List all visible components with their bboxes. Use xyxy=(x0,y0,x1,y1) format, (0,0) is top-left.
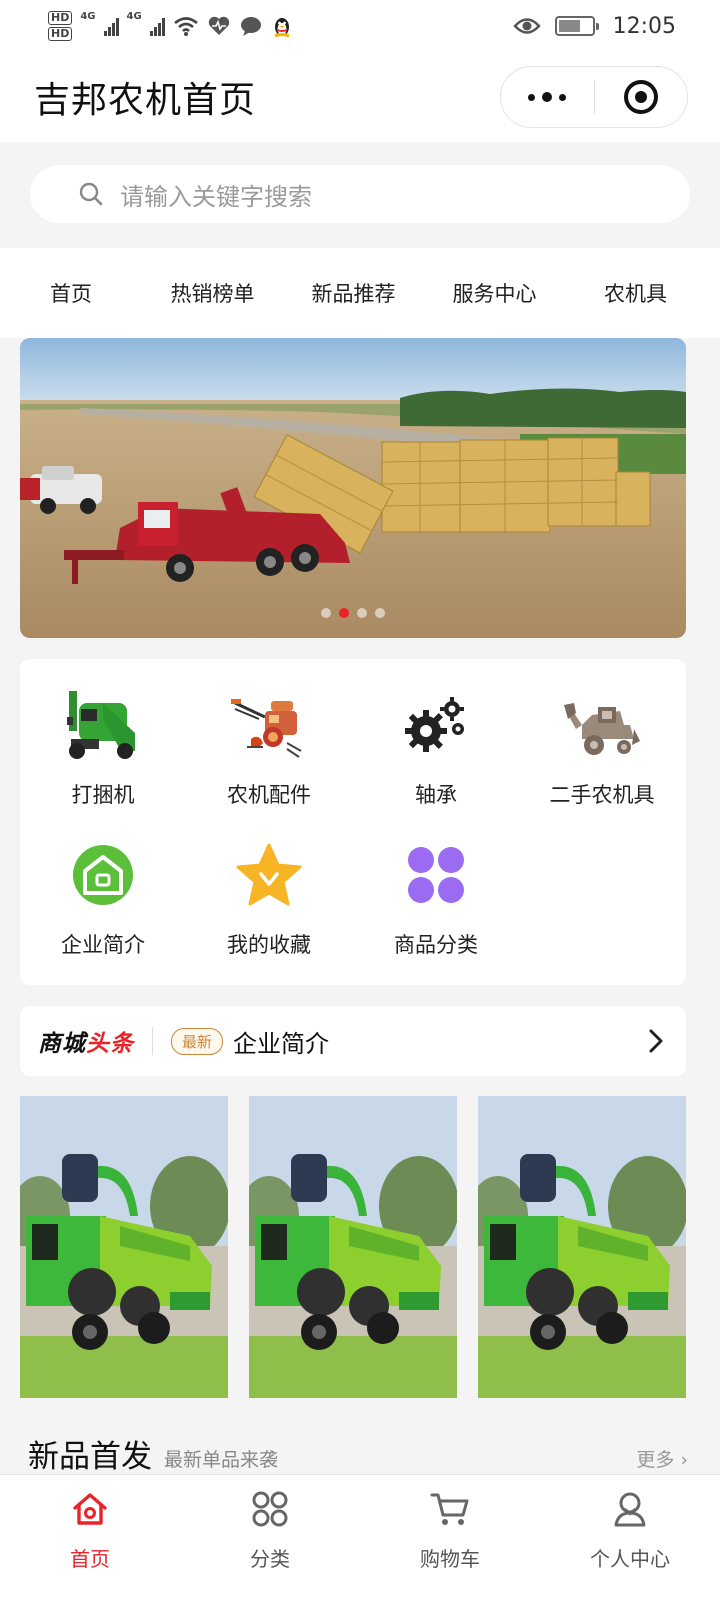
nav-label: 首页 xyxy=(70,1547,110,1571)
category-company-intro[interactable]: 企业简介 xyxy=(20,835,186,959)
tab-farm-tools[interactable]: 农机具 xyxy=(565,278,706,308)
hd-indicators: HD HD xyxy=(48,11,73,41)
headline-text[interactable]: 企业简介 xyxy=(233,1024,626,1059)
new-products-header: 新品首发 最新单品来袭 更多 › xyxy=(28,1440,688,1474)
search-placeholder: 请输入关键字搜索 xyxy=(120,182,312,211)
more-link[interactable]: 更多 › xyxy=(636,1446,688,1474)
house-icon xyxy=(63,835,143,915)
more-link-label: 更多 xyxy=(636,1449,675,1471)
product-image-1[interactable] xyxy=(20,1096,228,1398)
category-label: 农机配件 xyxy=(227,783,311,807)
product-image-2[interactable] xyxy=(249,1096,457,1398)
eye-icon xyxy=(512,18,541,34)
health-heart-icon xyxy=(208,16,229,35)
category-product-types[interactable]: 商品分类 xyxy=(353,835,519,959)
home-icon xyxy=(68,1487,112,1531)
headline-logo: 商城头条 xyxy=(38,1024,134,1058)
headline-logo-red: 头条 xyxy=(86,1031,134,1057)
nav-category[interactable]: 分类 xyxy=(180,1475,360,1600)
headline-logo-black: 商城 xyxy=(38,1031,86,1057)
tab-service-center[interactable]: 服务中心 xyxy=(424,278,565,308)
target-circle-icon xyxy=(623,80,658,114)
chevron-right-icon[interactable] xyxy=(626,1006,686,1076)
user-icon xyxy=(608,1487,652,1531)
hd-badge-1: HD xyxy=(48,11,73,25)
headline-divider xyxy=(152,1027,153,1055)
signal-icon-2 xyxy=(149,16,165,36)
category-grid-icon xyxy=(248,1487,292,1531)
search-input[interactable]: 请输入关键字搜索 xyxy=(30,165,690,223)
category-parts[interactable]: 农机配件 xyxy=(186,685,352,809)
more-dots-icon xyxy=(528,92,567,102)
product-image-3[interactable] xyxy=(478,1096,686,1398)
status-right: 12:05 xyxy=(512,13,676,39)
mini-program-capsule xyxy=(500,66,688,128)
signal-icon xyxy=(103,16,119,36)
top-tab-bar: 首页 热销榜单 新品推荐 服务中心 农机具 xyxy=(0,248,720,338)
network-type-2: 4G xyxy=(126,11,142,22)
category-bearing[interactable]: 轴承 xyxy=(353,685,519,809)
clock-time: 12:05 xyxy=(612,13,676,39)
tab-home[interactable]: 首页 xyxy=(0,278,142,308)
four-petal-icon xyxy=(396,835,476,915)
category-label: 商品分类 xyxy=(394,933,478,957)
nav-home[interactable]: 首页 xyxy=(0,1475,180,1600)
indicator-dot[interactable] xyxy=(321,608,331,618)
message-bubble-icon xyxy=(240,17,261,36)
category-baler[interactable]: 打捆机 xyxy=(20,685,186,809)
category-used-machinery[interactable]: 二手农机具 xyxy=(519,685,685,809)
indicator-dot[interactable] xyxy=(375,608,385,618)
tiller-parts-icon xyxy=(229,685,309,765)
category-favorites[interactable]: 我的收藏 xyxy=(186,835,352,959)
category-label: 打捆机 xyxy=(71,783,135,807)
star-icon xyxy=(229,835,309,915)
mall-headline-bar[interactable]: 商城头条 最新 企业简介 xyxy=(20,1006,686,1076)
indicator-dot-active[interactable] xyxy=(339,608,349,618)
category-label: 轴承 xyxy=(415,783,457,807)
search-section: 请输入关键字搜索 xyxy=(0,142,720,248)
tab-new-recommend[interactable]: 新品推荐 xyxy=(283,278,424,308)
carousel-indicators xyxy=(20,608,686,618)
wifi-icon xyxy=(173,17,198,36)
hd-badge-2: HD xyxy=(48,27,73,41)
qq-penguin-icon xyxy=(274,18,290,38)
indicator-dot[interactable] xyxy=(357,608,367,618)
category-label: 企业简介 xyxy=(61,933,145,957)
status-bar: HD HD 4G 4G 12:05 xyxy=(0,0,720,52)
banner-image xyxy=(20,338,686,638)
nav-label: 分类 xyxy=(250,1547,290,1571)
banner-carousel[interactable] xyxy=(20,338,686,638)
nav-label: 购物车 xyxy=(420,1547,480,1571)
new-products-title: 新品首发 xyxy=(28,1440,152,1474)
title-bar: 吉邦农机首页 xyxy=(0,52,720,142)
category-label: 二手农机具 xyxy=(549,783,655,807)
nav-profile[interactable]: 个人中心 xyxy=(540,1475,720,1600)
nav-cart[interactable]: 购物车 xyxy=(360,1475,540,1600)
baler-machine-icon xyxy=(63,685,143,765)
category-label: 我的收藏 xyxy=(227,933,311,957)
cart-icon xyxy=(428,1487,472,1531)
latest-badge: 最新 xyxy=(171,1027,224,1055)
backhoe-icon xyxy=(562,685,642,765)
nav-label: 个人中心 xyxy=(590,1547,670,1571)
network-type-1: 4G xyxy=(80,11,96,22)
more-button[interactable] xyxy=(501,67,594,127)
close-miniprogram-button[interactable] xyxy=(595,67,688,127)
tab-hot-list[interactable]: 热销榜单 xyxy=(142,278,283,308)
category-grid: 打捆机 农机配件 轴承 二手农机具 企业简介 我的收藏 商品分类 xyxy=(20,659,686,985)
page-title: 吉邦农机首页 xyxy=(34,80,257,121)
search-icon xyxy=(79,182,103,206)
status-left: HD HD 4G 4G xyxy=(48,11,293,41)
bottom-tab-bar: 首页 分类 购物车 个人中心 xyxy=(0,1474,720,1600)
gears-icon xyxy=(396,685,476,765)
new-products-subtitle: 最新单品来袭 xyxy=(164,1449,279,1471)
battery-icon xyxy=(554,16,599,36)
